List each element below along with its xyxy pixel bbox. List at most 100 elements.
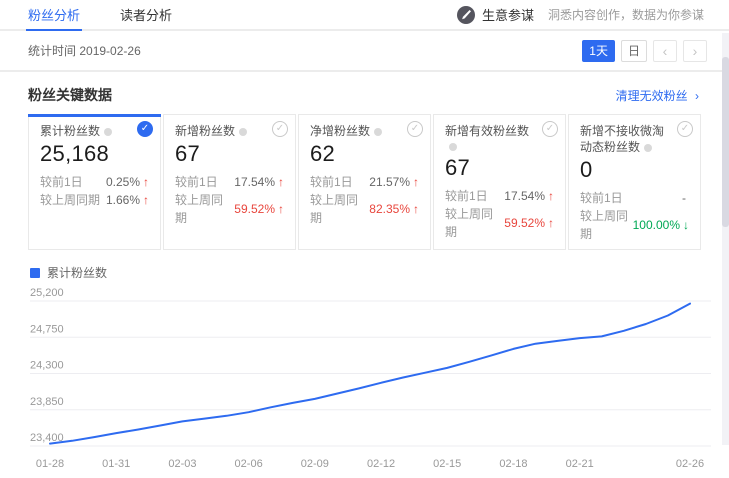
legend-swatch-icon [30,268,40,278]
metric-compare-row: 较前1日- [580,189,689,207]
compare-label: 较上周同期 [310,191,369,227]
section-title: 粉丝关键数据 [28,85,112,105]
metric-card-value: 25,168 [40,142,149,166]
trend-up-icon: ↑ [143,173,149,191]
compare-label: 较前1日 [310,173,369,191]
chevron-right-icon: › [695,89,699,103]
range-1day-button[interactable]: 1天 [582,40,615,62]
compare-label: 较上周同期 [580,207,633,243]
clean-link-label: 清理无效粉丝 [616,89,688,103]
x-tick-label: 01-31 [102,458,130,470]
y-tick-label: 24,300 [30,360,64,372]
stat-time-value: 2019-02-26 [79,44,140,58]
compare-value: 0.25% [106,173,140,191]
compare-value: 59.52% [504,214,545,232]
x-tick-label: 02-09 [301,458,329,470]
x-tick-label: 02-06 [235,458,263,470]
metric-compare-row: 较前1日17.54%↑ [175,173,284,191]
info-dot-icon [239,128,247,136]
trend-up-icon: ↑ [278,173,284,191]
x-tick-label: 01-28 [36,458,64,470]
compare-value: 82.35% [369,200,410,218]
date-controls: 1天 日 ‹ › [582,40,707,62]
x-tick-label: 02-18 [499,458,527,470]
metric-card-value: 67 [445,156,554,180]
stat-time-label: 统计时间 [28,44,76,58]
metric-card-title: 新增有效粉丝数 [445,124,529,138]
metric-compare-rows: 较前1日21.57%↑较上周同期82.35%↑ [310,173,419,227]
y-tick-label: 23,850 [30,396,64,408]
metric-card[interactable]: ✓ 新增粉丝数 67 较前1日17.54%↑较上周同期59.52%↑ [163,114,296,250]
prev-page-button[interactable]: ‹ [653,40,677,62]
line-chart-svg[interactable]: 23,40023,85024,30024,75025,20001-2801-31… [28,283,715,475]
metric-compare-rows: 较前1日17.54%↑较上周同期59.52%↑ [175,173,284,227]
compare-label: 较上周同期 [175,191,234,227]
brand-name: 生意参谋 [482,5,534,24]
unit-day-button[interactable]: 日 [621,40,647,62]
metric-card-title: 净增粉丝数 [310,124,370,138]
card-select-check-icon[interactable]: ✓ [137,121,153,137]
stats-toolbar: 统计时间 2019-02-26 1天 日 ‹ › [0,31,729,72]
trend-up-icon: ↑ [278,200,284,218]
metric-card-value: 67 [175,142,284,166]
compare-value: 1.66% [106,191,140,209]
compare-value: 59.52% [234,200,275,218]
compare-label: 较前1日 [445,187,504,205]
metric-card[interactable]: ✓ 累计粉丝数 25,168 较前1日0.25%↑较上周同期1.66%↑ [28,114,161,250]
card-select-check-icon[interactable]: ✓ [677,121,693,137]
trend-up-icon: ↑ [548,214,554,232]
trend-up-icon: ↑ [413,200,419,218]
clean-invalid-fans-link[interactable]: 清理无效粉丝 › [616,87,699,104]
compare-value: 17.54% [504,187,545,205]
section-header: 粉丝关键数据 清理无效粉丝 › [0,72,729,114]
metric-compare-row: 较上周同期59.52%↑ [445,205,554,241]
card-select-check-icon[interactable]: ✓ [272,121,288,137]
top-tab-bar: 粉丝分析 读者分析 生意参谋 洞悉内容创作，数据为你参谋 [0,0,729,31]
legend-label: 累计粉丝数 [47,264,107,281]
compare-value: 21.57% [369,173,410,191]
compare-label: 较前1日 [175,173,234,191]
metric-compare-row: 较前1日17.54%↑ [445,187,554,205]
stat-time: 统计时间 2019-02-26 [28,42,141,59]
metric-card-value: 0 [580,158,689,182]
metric-compare-row: 较上周同期1.66%↑ [40,191,149,209]
brand-tagline: 洞悉内容创作，数据为你参谋 [548,6,704,23]
metric-card-value: 62 [310,142,419,166]
card-select-check-icon[interactable]: ✓ [407,121,423,137]
x-tick-label: 02-21 [566,458,594,470]
metric-card-title: 累计粉丝数 [40,124,100,138]
y-tick-label: 24,750 [30,323,64,335]
compare-label: 较上周同期 [445,205,504,241]
compare-label: 较前1日 [580,189,682,207]
fan-trend-chart[interactable]: 23,40023,85024,30024,75025,20001-2801-31… [0,283,729,478]
brand: 生意参谋 洞悉内容创作，数据为你参谋 [457,5,704,24]
metric-card[interactable]: ✓ 净增粉丝数 62 较前1日21.57%↑较上周同期82.35%↑ [298,114,431,250]
trend-up-icon: ↑ [143,191,149,209]
metric-compare-row: 较上周同期100.00%↓ [580,207,689,243]
tab-reader-analysis[interactable]: 读者分析 [120,0,172,29]
tab-fan-analysis[interactable]: 粉丝分析 [28,0,80,29]
y-tick-label: 25,200 [30,287,64,299]
info-dot-icon [644,144,652,152]
trend-down-icon: ↓ [683,216,689,234]
x-tick-label: 02-12 [367,458,395,470]
info-dot-icon [104,128,112,136]
next-page-button[interactable]: › [683,40,707,62]
scrollbar-thumb[interactable] [722,57,729,227]
compare-value: 17.54% [234,173,275,191]
trend-up-icon: ↑ [548,187,554,205]
scrollbar[interactable] [722,33,729,445]
compare-value: 100.00% [633,216,680,234]
compare-label: 较上周同期 [40,191,106,209]
brand-logo-icon [457,6,475,24]
metric-card[interactable]: ✓ 新增不接收微淘动态粉丝数 0 较前1日-较上周同期100.00%↓ [568,114,701,250]
x-tick-label: 02-03 [168,458,196,470]
metric-compare-row: 较上周同期82.35%↑ [310,191,419,227]
trend-up-icon: ↑ [413,173,419,191]
metric-card[interactable]: ✓ 新增有效粉丝数 67 较前1日17.54%↑较上周同期59.52%↑ [433,114,566,250]
card-select-check-icon[interactable]: ✓ [542,121,558,137]
chart-legend[interactable]: 累计粉丝数 [0,250,729,283]
metric-cards: ✓ 累计粉丝数 25,168 较前1日0.25%↑较上周同期1.66%↑ ✓ 新… [0,114,729,250]
metric-compare-rows: 较前1日17.54%↑较上周同期59.52%↑ [445,187,554,241]
x-tick-label: 02-15 [433,458,461,470]
